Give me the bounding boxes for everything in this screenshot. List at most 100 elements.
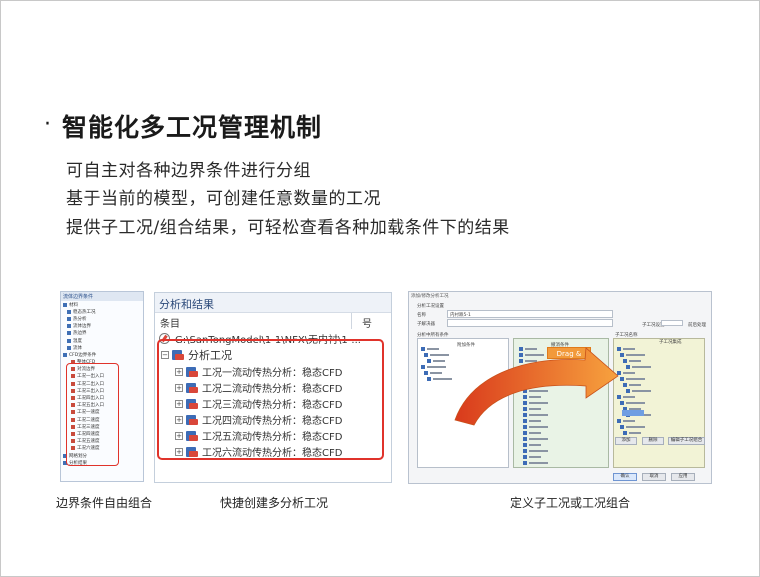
mini-tree-row[interactable] (623, 382, 641, 387)
tree-row[interactable]: CFD边界条件 (61, 351, 143, 358)
tree-row-label: 流体 (73, 345, 82, 351)
mini-tree-row[interactable] (523, 394, 541, 399)
mini-node-text (529, 455, 541, 458)
mini-node-icon (523, 418, 527, 423)
mini-node-icon (620, 400, 624, 405)
tree-row[interactable]: 稳态热工况 (61, 308, 143, 315)
mini-tree-row[interactable] (623, 430, 641, 435)
ok-button[interactable]: 确认 (613, 473, 637, 481)
mini-node-text (626, 425, 645, 428)
mini-node-text (529, 389, 548, 392)
mini-tree-row[interactable] (617, 370, 635, 375)
mini-tree-row[interactable] (617, 394, 635, 399)
mini-tree-row[interactable] (523, 442, 541, 447)
mini-node-text (632, 365, 651, 368)
mini-tree-row[interactable] (421, 364, 446, 369)
mini-node-icon (617, 418, 621, 423)
column-item: 条目 (160, 319, 180, 330)
mini-node-text (433, 377, 452, 380)
mini-node-text (629, 383, 641, 386)
mini-tree-row[interactable] (519, 346, 537, 351)
mini-node-text (529, 443, 541, 446)
tree-row[interactable]: 材料 (61, 301, 143, 308)
mini-tree-row[interactable] (620, 376, 645, 381)
mini-tree-row[interactable] (519, 358, 537, 363)
mini-tree-row[interactable] (523, 448, 548, 453)
tree-node-icon (67, 331, 71, 336)
delete-button[interactable]: 删除 (642, 437, 664, 445)
mini-node-icon (623, 358, 627, 363)
subcase-setting-field[interactable] (661, 320, 683, 326)
mini-tree-row[interactable] (523, 388, 548, 393)
tree-row[interactable]: 热边界 (61, 330, 143, 337)
apply-button[interactable]: 应用 (671, 473, 695, 481)
mini-tree-row[interactable] (620, 400, 645, 405)
mini-node-text (529, 431, 541, 434)
feature-line-3: 提供子工况/组合结果，可轻松查看各种加载条件下的结果 (66, 218, 510, 238)
add-conditions-label: 附加条件 (457, 343, 475, 348)
mini-node-text (529, 395, 541, 398)
mini-tree-row[interactable] (523, 454, 541, 459)
mini-tree-row[interactable] (626, 364, 651, 369)
name-field[interactable]: 内衬跌5-1 (447, 310, 613, 318)
cancel-button[interactable]: 取消 (642, 473, 666, 481)
mini-tree-row[interactable] (617, 346, 635, 351)
section-label: 分析工况设置 (417, 304, 444, 309)
mini-node-icon (523, 424, 527, 429)
solver-field[interactable] (447, 319, 613, 327)
mini-tree-row[interactable] (523, 424, 548, 429)
mini-tree-row[interactable] (523, 400, 548, 405)
column-separator (351, 313, 352, 329)
tree-row-label: 材料 (69, 302, 78, 308)
column-header: 条目 号 (155, 313, 391, 330)
mini-tree-row[interactable] (424, 352, 449, 357)
mini-tree-row[interactable] (523, 418, 541, 423)
mini-node-icon (617, 394, 621, 399)
tree-row[interactable]: 流体边界 (61, 323, 143, 330)
mini-node-text (529, 371, 541, 374)
mini-tree-row[interactable] (523, 406, 541, 411)
mini-node-text (623, 419, 635, 422)
mini-tree-row[interactable] (427, 376, 452, 381)
boundary-highlight (66, 363, 119, 466)
mini-tree-row[interactable] (626, 388, 651, 393)
mini-node-text (529, 413, 548, 416)
tree-row-label: 热边界 (73, 331, 87, 337)
edit-subcase-button[interactable]: 编辑子工况组合 (668, 437, 705, 445)
mini-tree-row[interactable] (424, 370, 442, 375)
mini-tree-row[interactable] (620, 352, 645, 357)
mini-tree-row[interactable] (523, 412, 548, 417)
mini-tree-row[interactable] (523, 436, 548, 441)
dialog-title: 添加/修改分析工况 (411, 294, 449, 299)
mini-tree-row[interactable] (427, 358, 445, 363)
mini-node-icon (424, 370, 428, 375)
mini-tree-row[interactable] (523, 430, 541, 435)
mini-node-text (529, 365, 548, 368)
mini-node-text (529, 425, 548, 428)
mini-tree-row[interactable] (523, 376, 548, 381)
mini-tree-row[interactable] (421, 346, 439, 351)
mini-tree-row[interactable] (523, 460, 548, 465)
mini-tree-row[interactable] (623, 358, 641, 363)
mini-tree-row[interactable] (519, 352, 544, 357)
mini-tree-row[interactable] (617, 418, 635, 423)
mini-tree-row[interactable] (523, 364, 548, 369)
mini-node-icon (519, 346, 523, 351)
tree-row[interactable]: 温度 (61, 337, 143, 344)
mini-tree-row[interactable] (523, 370, 541, 375)
mini-tree-row[interactable] (620, 424, 645, 429)
mini-tree-row[interactable] (523, 382, 541, 387)
add-button[interactable]: 添加 (615, 437, 637, 445)
panel-title: 分析和结果 (155, 293, 391, 313)
tree-row[interactable]: 流体 (61, 344, 143, 351)
mini-node-icon (620, 352, 624, 357)
tree-row[interactable]: 热分析 (61, 315, 143, 322)
mini-node-icon (523, 442, 527, 447)
mini-node-icon (523, 394, 527, 399)
mini-node-text (623, 371, 635, 374)
mini-node-text (623, 347, 635, 350)
mini-node-icon (427, 358, 431, 363)
mini-node-icon (523, 412, 527, 417)
mini-node-text (525, 347, 537, 350)
column-number: 号 (362, 319, 372, 330)
